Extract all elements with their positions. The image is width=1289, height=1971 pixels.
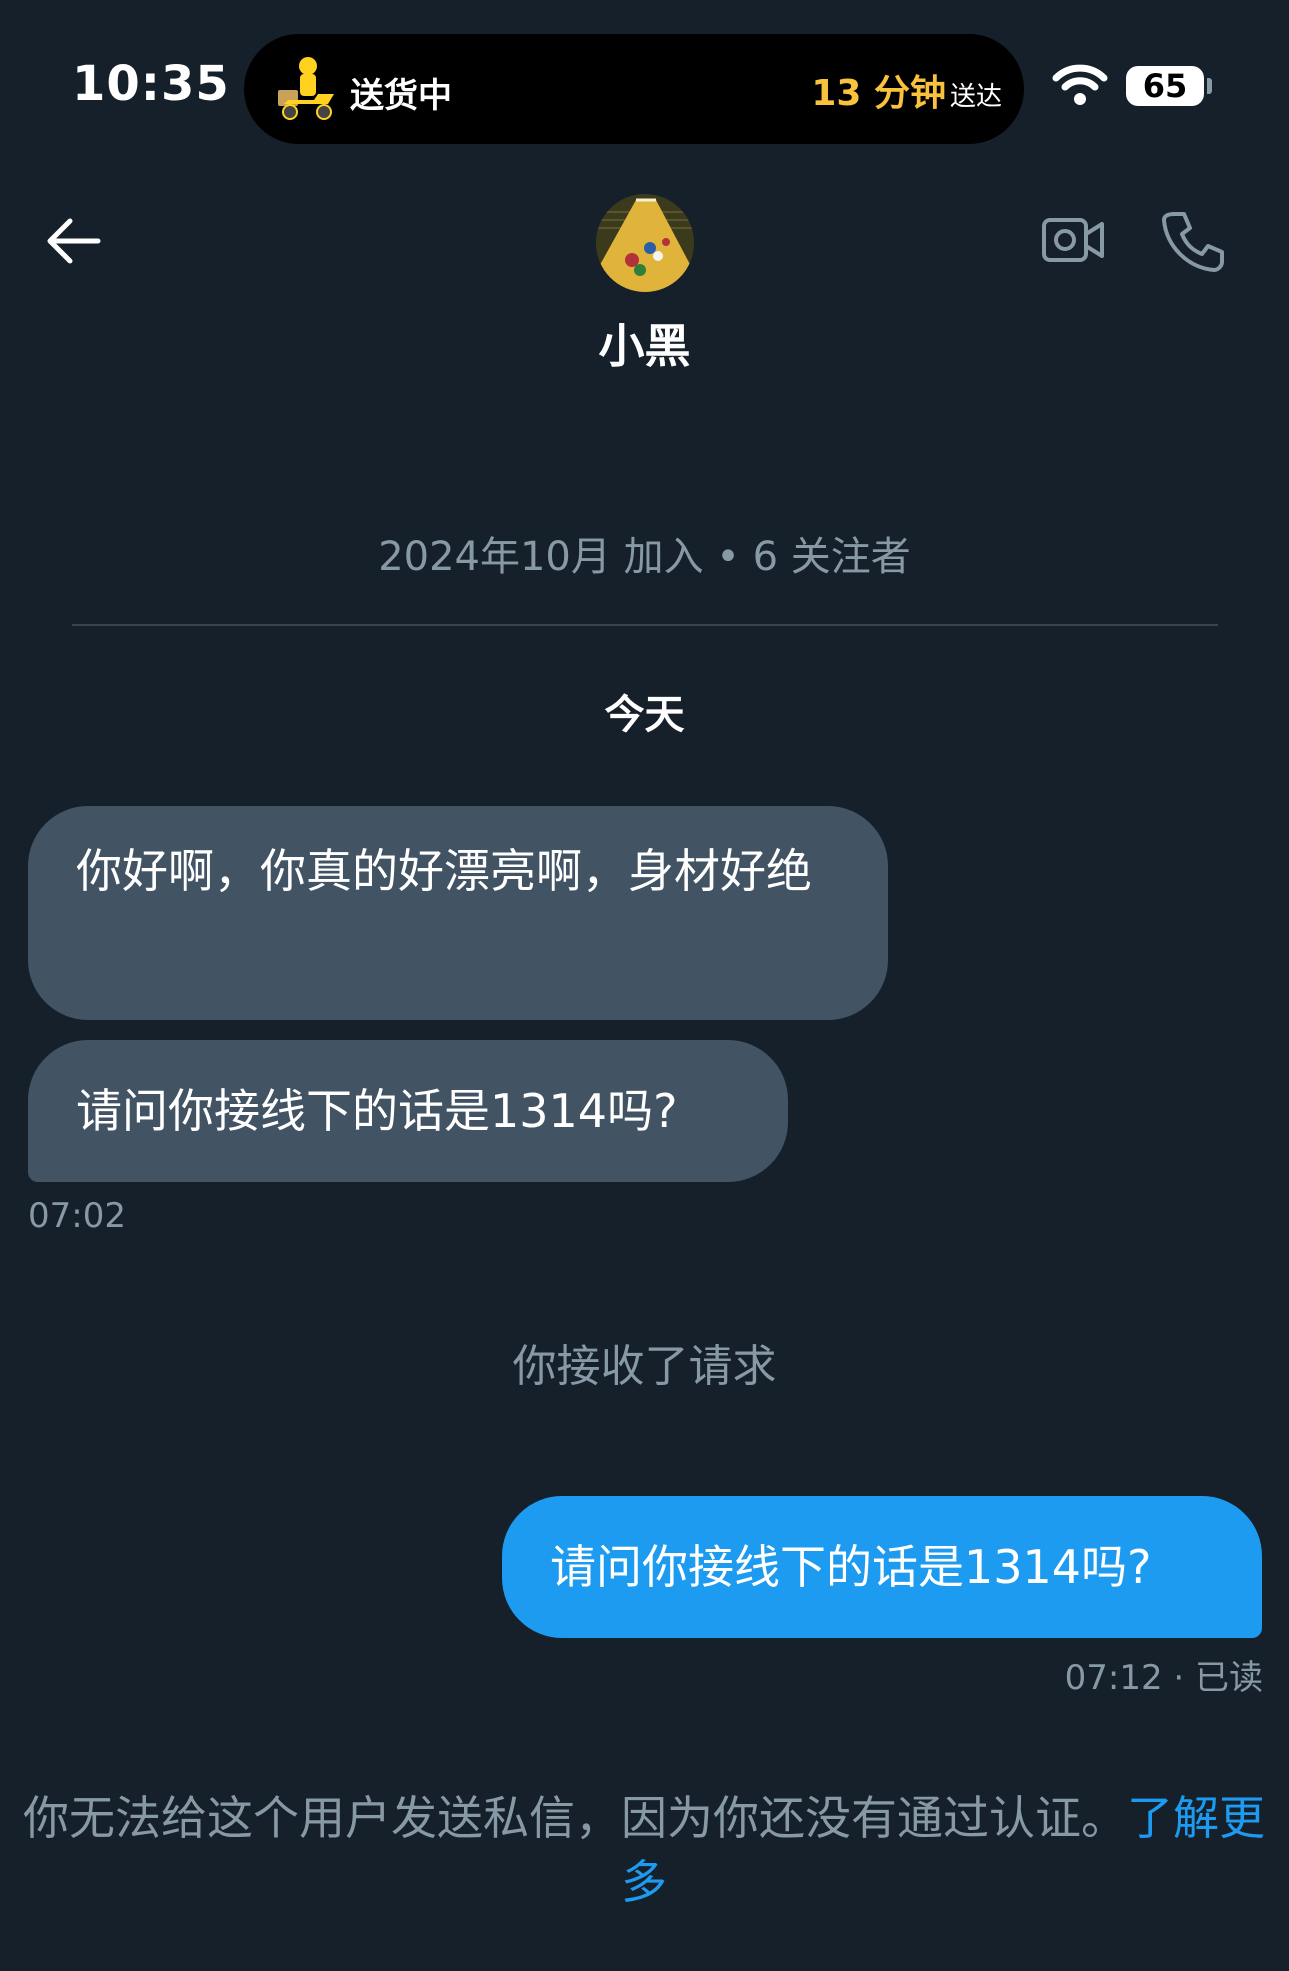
avatar-image: [596, 194, 694, 292]
request-accepted-notice: 你接收了请求: [512, 1341, 777, 1392]
profile-joined-info: 2024年10月 加入 • 6 关注者: [378, 534, 911, 580]
eta-suffix: 送达: [949, 82, 1002, 112]
notice-text: 你无法给这个用户发送私信，因为你还没有通过认证。: [23, 1791, 1127, 1845]
contact-name[interactable]: 小黑: [0, 310, 1289, 376]
battery-indicator: 65: [1126, 66, 1204, 106]
eta-minutes: 13 分钟: [811, 73, 946, 114]
divider: [72, 624, 1218, 626]
read-receipt: 07:12 · 已读: [1064, 1658, 1263, 1698]
back-arrow-icon[interactable]: [44, 216, 102, 266]
battery-cap: [1207, 78, 1212, 94]
avatar[interactable]: [596, 194, 694, 292]
delivery-eta: 13 分钟 送达: [811, 64, 1002, 116]
incoming-message[interactable]: 你好啊，你真的好漂亮啊，身材好绝: [28, 806, 888, 1020]
wifi-icon: [1052, 64, 1108, 105]
delivery-scooter-icon: [278, 57, 334, 120]
day-separator: 今天: [604, 692, 685, 738]
incoming-message[interactable]: 请问你接线下的话是1314吗?: [28, 1040, 788, 1182]
outgoing-message[interactable]: 请问你接线下的话是1314吗?: [502, 1496, 1262, 1638]
delivery-status-label: 送货中: [350, 76, 452, 116]
phone-call-icon[interactable]: [1160, 208, 1226, 274]
delivery-live-activity[interactable]: 送货中 13 分钟 送达: [244, 34, 1024, 144]
video-call-icon[interactable]: [1040, 212, 1106, 268]
status-time: 10:35: [72, 56, 230, 112]
message-timestamp: 07:02: [28, 1196, 126, 1236]
verification-notice: 你无法给这个用户发送私信，因为你还没有通过认证。了解更多: [18, 1786, 1270, 1914]
